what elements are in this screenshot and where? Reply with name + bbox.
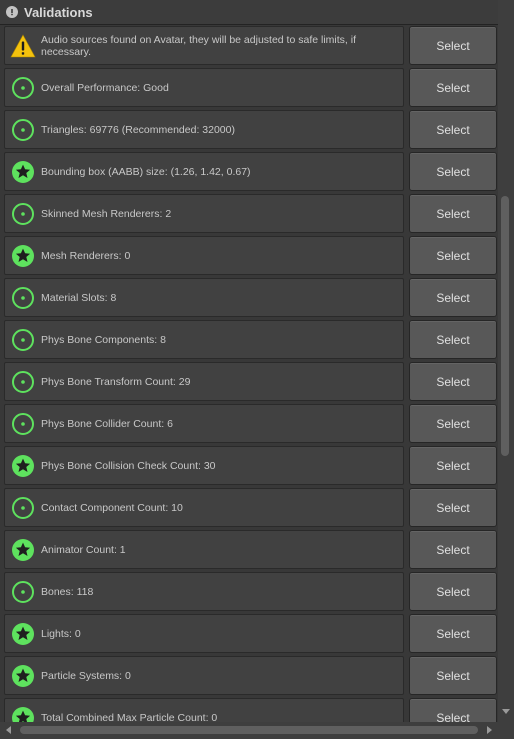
excellent-star-icon <box>10 537 36 563</box>
validation-message-text: Lights: 0 <box>41 627 81 640</box>
select-button[interactable]: Select <box>409 530 497 569</box>
validation-row: Animator Count: 1 Select <box>0 529 498 571</box>
validation-message-text: Audio sources found on Avatar, they will… <box>41 33 356 58</box>
validation-row: Phys Bone Components: 8 Select <box>0 319 498 361</box>
excellent-star-icon <box>10 621 36 647</box>
good-ring-icon <box>10 327 36 353</box>
good-ring-icon <box>10 117 36 143</box>
validation-message: Bones: 118 <box>4 572 404 611</box>
validation-message: Skinned Mesh Renderers: 2 <box>4 194 404 233</box>
select-button[interactable]: Select <box>409 656 497 695</box>
warning-icon <box>10 33 36 59</box>
excellent-star-icon <box>10 663 36 689</box>
validation-message-text: Phys Bone Collision Check Count: 30 <box>41 459 216 472</box>
good-ring-icon <box>10 285 36 311</box>
validation-row: Skinned Mesh Renderers: 2 Select <box>0 193 498 235</box>
select-button[interactable]: Select <box>409 110 497 149</box>
vertical-scrollbar[interactable] <box>498 0 514 722</box>
select-button[interactable]: Select <box>409 236 497 275</box>
validation-row: Mesh Renderers: 0 Select <box>0 235 498 277</box>
horizontal-scrollbar[interactable] <box>0 722 498 739</box>
validation-row: Bones: 118 Select <box>0 571 498 613</box>
validation-message: Mesh Renderers: 0 <box>4 236 404 275</box>
validation-row: Lights: 0 Select <box>0 613 498 655</box>
validation-message-text: Animator Count: 1 <box>41 543 126 556</box>
validation-message: Bounding box (AABB) size: (1.26, 1.42, 0… <box>4 152 404 191</box>
validation-message: Phys Bone Collider Count: 6 <box>4 404 404 443</box>
select-button[interactable]: Select <box>409 362 497 401</box>
vertical-scroll-thumb[interactable] <box>501 196 509 456</box>
good-ring-icon <box>10 411 36 437</box>
section-title: Validations <box>24 4 93 20</box>
scroll-left-arrow-icon[interactable] <box>6 726 11 734</box>
validation-list: Audio sources found on Avatar, they will… <box>0 25 498 725</box>
validation-message-text: Phys Bone Collider Count: 6 <box>41 417 173 430</box>
select-button[interactable]: Select <box>409 614 497 653</box>
validation-row: Overall Performance: Good Select <box>0 67 498 109</box>
validation-message-text: Particle Systems: 0 <box>41 669 131 682</box>
validation-message: Particle Systems: 0 <box>4 656 404 695</box>
excellent-star-icon <box>10 453 36 479</box>
good-ring-icon <box>10 75 36 101</box>
validation-message: Audio sources found on Avatar, they will… <box>4 26 404 65</box>
validation-row: Total Combined Max Particle Count: 0 Sele… <box>0 697 498 725</box>
scroll-right-arrow-icon[interactable] <box>487 726 492 734</box>
validation-row: Contact Component Count: 10 Select <box>0 487 498 529</box>
validation-message: Lights: 0 <box>4 614 404 653</box>
select-button[interactable]: Select <box>409 698 497 725</box>
select-button[interactable]: Select <box>409 488 497 527</box>
validation-row: Phys Bone Collider Count: 6 Select <box>0 403 498 445</box>
validation-row: Triangles: 69776 (Recommended: 32000) Sel… <box>0 109 498 151</box>
validation-row: Audio sources found on Avatar, they will… <box>0 25 498 67</box>
validation-row: Bounding box (AABB) size: (1.26, 1.42, 0… <box>0 151 498 193</box>
select-button[interactable]: Select <box>409 404 497 443</box>
excellent-star-icon <box>10 159 36 185</box>
validation-message-text: Contact Component Count: 10 <box>41 501 183 514</box>
validation-row: Particle Systems: 0 Select <box>0 655 498 697</box>
excellent-star-icon <box>10 243 36 269</box>
validation-message-text: Overall Performance: Good <box>41 81 169 94</box>
good-ring-icon <box>10 495 36 521</box>
select-button[interactable]: Select <box>409 152 497 191</box>
validation-row: Material Slots: 8 Select <box>0 277 498 319</box>
select-button[interactable]: Select <box>409 194 497 233</box>
validation-message-text: Material Slots: 8 <box>41 291 117 304</box>
select-button[interactable]: Select <box>409 320 497 359</box>
validation-message: Phys Bone Transform Count: 29 <box>4 362 404 401</box>
validation-message: Contact Component Count: 10 <box>4 488 404 527</box>
foldout-info-icon[interactable] <box>6 6 18 18</box>
validation-message-text: Bones: 118 <box>41 585 94 598</box>
validation-message: Overall Performance: Good <box>4 68 404 107</box>
validation-message-text: Triangles: 69776 (Recommended: 32000) <box>41 123 235 136</box>
good-ring-icon <box>10 579 36 605</box>
scroll-down-arrow-icon[interactable] <box>502 709 510 714</box>
validation-message-text: Phys Bone Transform Count: 29 <box>41 375 191 388</box>
validation-message: Total Combined Max Particle Count: 0 <box>4 698 404 725</box>
scrollbar-corner <box>498 722 514 739</box>
validation-message: Phys Bone Collision Check Count: 30 <box>4 446 404 485</box>
select-button[interactable]: Select <box>409 68 497 107</box>
validation-message: Phys Bone Components: 8 <box>4 320 404 359</box>
validation-message-text: Phys Bone Components: 8 <box>41 333 166 346</box>
validation-message-text: Skinned Mesh Renderers: 2 <box>41 207 172 220</box>
select-button[interactable]: Select <box>409 446 497 485</box>
select-button[interactable]: Select <box>409 26 497 65</box>
validation-message: Material Slots: 8 <box>4 278 404 317</box>
validation-message-text: Mesh Renderers: 0 <box>41 249 131 262</box>
good-ring-icon <box>10 369 36 395</box>
validation-message: Animator Count: 1 <box>4 530 404 569</box>
validation-row: Phys Bone Collision Check Count: 30 Selec… <box>0 445 498 487</box>
validations-header[interactable]: Validations <box>0 0 498 25</box>
select-button[interactable]: Select <box>409 572 497 611</box>
good-ring-icon <box>10 201 36 227</box>
validation-message-text: Bounding box (AABB) size: (1.26, 1.42, 0… <box>41 165 251 178</box>
validation-message: Triangles: 69776 (Recommended: 32000) <box>4 110 404 149</box>
select-button[interactable]: Select <box>409 278 497 317</box>
horizontal-scroll-thumb[interactable] <box>20 726 478 734</box>
validation-row: Phys Bone Transform Count: 29 Select <box>0 361 498 403</box>
